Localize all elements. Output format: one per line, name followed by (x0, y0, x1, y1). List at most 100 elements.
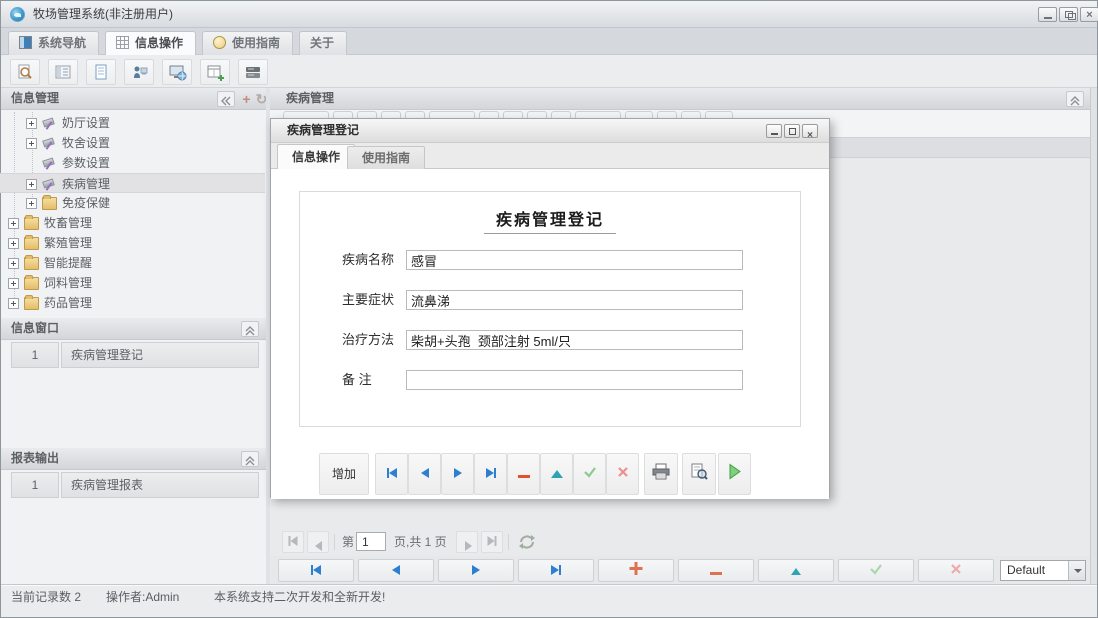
dialog-minimize-button[interactable] (766, 124, 782, 138)
table-add-button[interactable] (200, 59, 230, 85)
record-add-button[interactable] (598, 559, 674, 582)
expand-plus-icon[interactable] (8, 258, 19, 269)
tree-item-label: 药品管理 (44, 293, 92, 313)
main-symptoms-input[interactable] (406, 290, 743, 310)
user-button[interactable] (124, 59, 154, 85)
tree-item-label: 饲料管理 (44, 273, 92, 293)
dialog-restore-button[interactable] (784, 124, 800, 138)
list-item-label[interactable]: 疾病管理报表 (61, 472, 259, 498)
page-first-button[interactable] (282, 531, 304, 553)
window-minimize-button[interactable] (1038, 7, 1057, 22)
expand-plus-icon[interactable] (26, 118, 37, 129)
tab-label: 信息操作 (292, 150, 340, 164)
list-item-label[interactable]: 疾病管理登记 (61, 342, 259, 368)
next-icon (465, 538, 472, 556)
nav-first-button[interactable] (278, 559, 354, 582)
user-icon (131, 64, 149, 82)
tab-info-operation[interactable]: 信息操作 (105, 31, 196, 56)
record-edit-button[interactable] (758, 559, 834, 582)
delete-record-button[interactable] (507, 453, 540, 495)
record-confirm-button[interactable] (838, 559, 914, 582)
tree-add-button[interactable]: + (239, 90, 254, 108)
tree-item-milk-parlor-settings[interactable]: 奶厅设置 (0, 113, 265, 133)
window-restore-button[interactable] (1059, 7, 1078, 22)
confirm-button[interactable] (573, 453, 606, 495)
content-collapse-button[interactable] (1066, 91, 1084, 107)
chevron-down-icon[interactable] (1068, 561, 1085, 580)
dialog-title-bar[interactable]: 疾病管理登记 × (271, 119, 829, 143)
nav-prev-button[interactable] (358, 559, 434, 582)
report-icon (55, 64, 73, 82)
search-button[interactable] (10, 59, 40, 85)
dialog-tab-user-guide[interactable]: 使用指南 (347, 146, 425, 169)
tree-item-barn-settings[interactable]: 牧舍设置 (0, 133, 265, 153)
tool-icon (42, 157, 57, 170)
expand-plus-icon[interactable] (8, 298, 19, 309)
document-icon (93, 64, 111, 82)
tree-item-disease-management[interactable]: 疾病管理 (0, 173, 265, 193)
record-cancel-button[interactable] (918, 559, 994, 582)
remarks-input[interactable] (406, 370, 743, 390)
page-next-button[interactable] (456, 531, 478, 553)
expand-plus-icon[interactable] (26, 198, 37, 209)
monitor-button[interactable] (162, 59, 192, 85)
page-refresh-button[interactable] (516, 531, 538, 553)
tree-item-livestock-management[interactable]: 牧畜管理 (0, 213, 265, 233)
expand-plus-icon[interactable] (26, 179, 37, 190)
page-prev-button[interactable] (307, 531, 329, 553)
grid-icon (116, 36, 129, 49)
disease-name-input[interactable] (406, 250, 743, 270)
page-last-button[interactable] (481, 531, 503, 553)
info-window-list-item[interactable]: 1 疾病管理登记 (1, 342, 266, 368)
document-button[interactable] (86, 59, 116, 85)
archive-button[interactable] (238, 59, 268, 85)
report-button[interactable] (48, 59, 78, 85)
expand-plus-icon[interactable] (8, 278, 19, 289)
cancel-button[interactable] (606, 453, 639, 495)
info-window-panel-header: 信息窗口 (1, 318, 266, 340)
record-count-text: 当前记录数 2 (11, 585, 81, 609)
nav-panel-title: 信息管理 (1, 91, 59, 105)
run-report-button[interactable] (718, 453, 751, 495)
delete-minus-icon (518, 465, 530, 483)
expand-plus-icon[interactable] (8, 238, 19, 249)
tab-system-nav[interactable]: 系统导航 (8, 31, 99, 55)
window-title: 牧场管理系统(非注册用户) (33, 1, 173, 28)
chevron-double-up-icon (245, 326, 255, 336)
tree-item-immunization-health[interactable]: 免疫保健 (0, 193, 265, 213)
expand-plus-icon[interactable] (26, 138, 37, 149)
dialog-toolbar: 增加 (271, 451, 829, 499)
record-delete-button[interactable] (678, 559, 754, 582)
info-window-collapse-button[interactable] (241, 321, 259, 337)
edit-record-button[interactable] (540, 453, 573, 495)
tree-item-feed-management[interactable]: 饲料管理 (0, 273, 265, 293)
dialog-close-button[interactable]: × (802, 124, 818, 138)
treatment-method-input[interactable] (406, 330, 743, 350)
add-button[interactable]: 增加 (319, 453, 369, 495)
expand-plus-icon[interactable] (8, 218, 19, 229)
nav-last-button[interactable] (518, 559, 594, 582)
tab-about[interactable]: 关于 (299, 31, 347, 55)
dialog-tab-info-operation[interactable]: 信息操作 (277, 144, 355, 169)
prev-record-button[interactable] (408, 453, 441, 495)
nav-next-button[interactable] (438, 559, 514, 582)
report-output-collapse-button[interactable] (241, 451, 259, 467)
sidebar-collapse-button[interactable] (217, 91, 235, 107)
report-output-list-item[interactable]: 1 疾病管理报表 (1, 472, 266, 498)
style-select[interactable]: Default (1000, 560, 1086, 581)
tree-item-parameter-settings[interactable]: 参数设置 (0, 153, 265, 173)
last-record-button[interactable] (474, 453, 507, 495)
window-close-button[interactable]: × (1080, 7, 1098, 22)
collapse-left-icon (221, 96, 231, 106)
tree-item-medicine-management[interactable]: 药品管理 (0, 293, 265, 313)
tree-item-breeding-management[interactable]: 繁殖管理 (0, 233, 265, 253)
page-number-input[interactable] (356, 532, 386, 551)
tree-item-smart-reminders[interactable]: 智能提醒 (0, 253, 265, 273)
print-button[interactable] (644, 453, 678, 495)
next-record-button[interactable] (441, 453, 474, 495)
right-gutter (1090, 88, 1097, 584)
first-record-button[interactable] (375, 453, 408, 495)
operator-text: 操作者:Admin (106, 585, 179, 609)
print-preview-button[interactable] (682, 453, 716, 495)
tab-user-guide[interactable]: 使用指南 (202, 31, 293, 55)
